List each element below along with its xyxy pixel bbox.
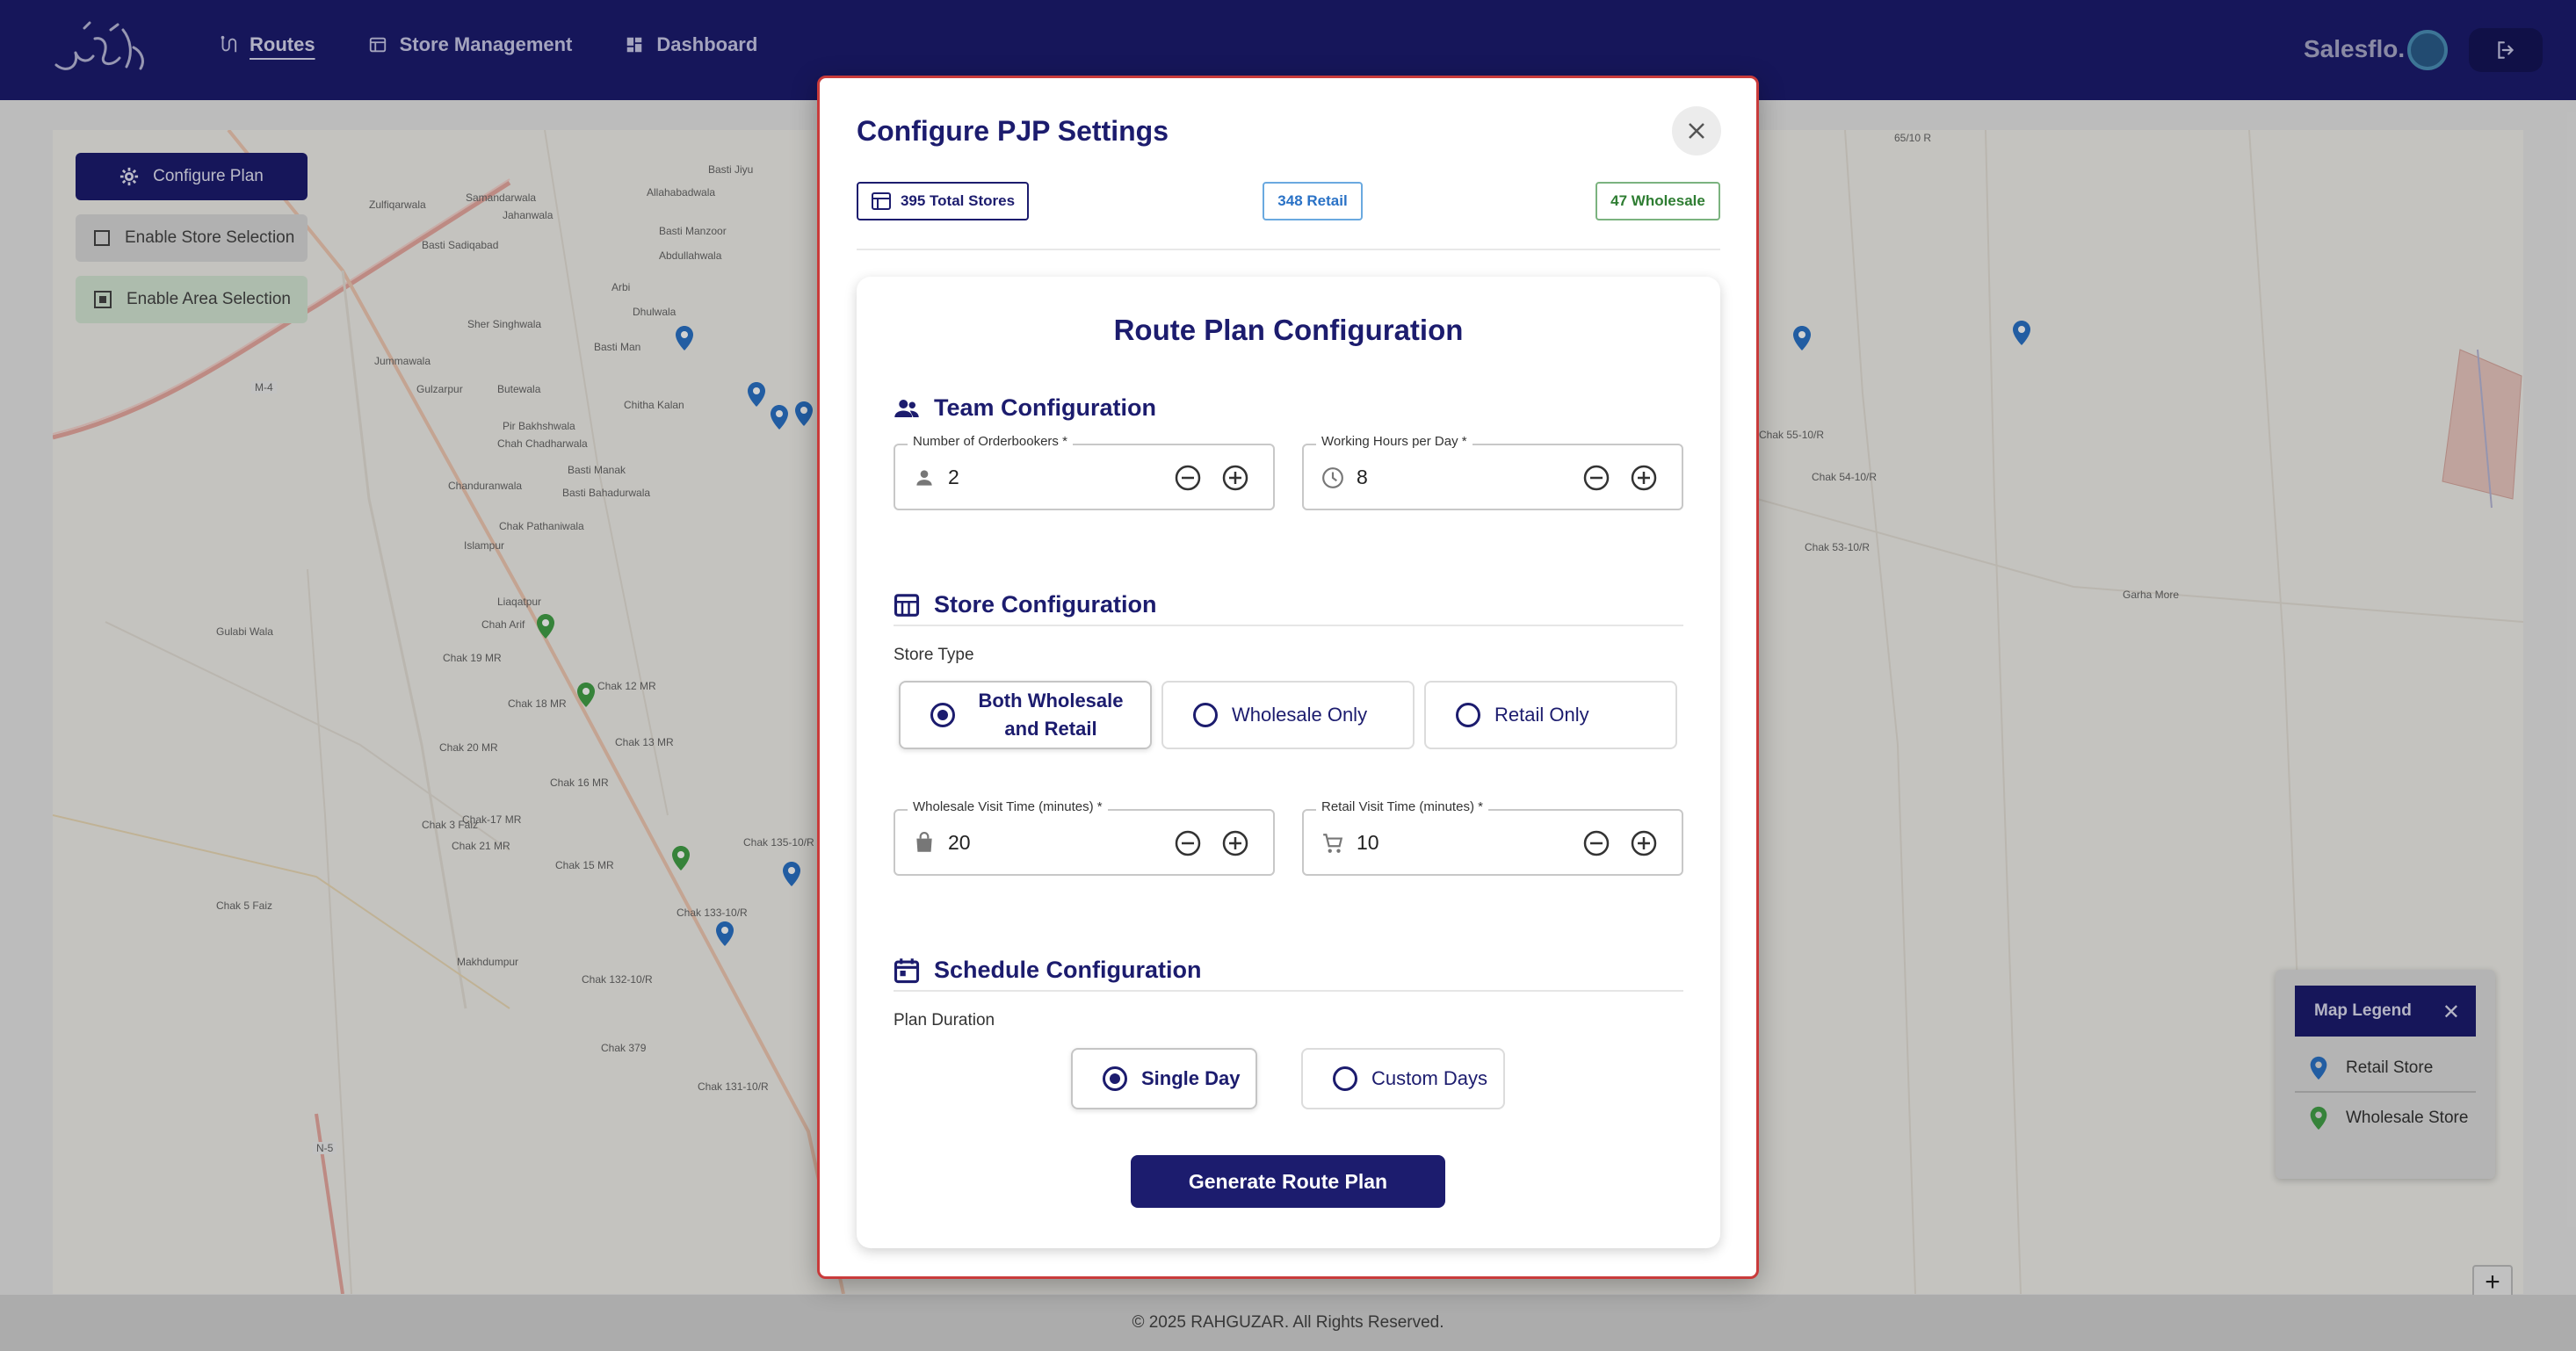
retail-stores-label: 348 Retail <box>1277 192 1348 209</box>
increment-hours-icon[interactable] <box>1629 463 1659 493</box>
generate-route-plan-button[interactable]: Generate Route Plan <box>1131 1155 1445 1208</box>
schedule-section-heading: Schedule Configuration <box>894 957 1202 984</box>
plan-duration-custom-days-option[interactable]: Custom Days <box>1301 1048 1505 1109</box>
wholesale-stores-label: 47 Wholesale <box>1610 192 1705 209</box>
store-type-both-line-1: Both Wholesale <box>978 690 1124 712</box>
retail-visit-time-stepper[interactable]: Retail Visit Time (minutes) * 10 <box>1302 799 1683 876</box>
store-icon <box>894 593 920 617</box>
team-section-title: Team Configuration <box>934 394 1156 421</box>
wholesale-visit-time-value[interactable]: 20 <box>948 831 971 855</box>
store-section-heading: Store Configuration <box>894 591 1156 618</box>
orderbookers-value[interactable]: 2 <box>948 466 959 489</box>
working-hours-label: Working Hours per Day * <box>1316 434 1473 449</box>
increment-wholesale-time-icon[interactable] <box>1220 828 1250 858</box>
cart-icon <box>1323 834 1343 853</box>
custom-days-label: Custom Days <box>1371 1067 1488 1089</box>
section-divider <box>894 990 1683 992</box>
plan-duration-label: Plan Duration <box>894 1011 995 1030</box>
radio-checked-icon <box>930 703 955 727</box>
store-type-both-option[interactable]: Both Wholesale and Retail <box>899 681 1152 749</box>
total-stores-label: 395 Total Stores <box>900 192 1016 209</box>
team-section-heading: Team Configuration <box>894 394 1156 422</box>
store-type-both-label: Both Wholesale and Retail <box>969 687 1132 743</box>
wholesale-stores-chip: 47 Wholesale <box>1596 182 1720 220</box>
retail-visit-time-label: Retail Visit Time (minutes) * <box>1316 799 1488 814</box>
retail-stores-chip: 348 Retail <box>1263 182 1363 220</box>
decrement-hours-icon[interactable] <box>1581 463 1611 493</box>
clock-icon <box>1322 467 1343 488</box>
decrement-wholesale-time-icon[interactable] <box>1173 828 1203 858</box>
modal-divider <box>857 249 1720 250</box>
person-icon <box>916 470 932 486</box>
store-icon <box>871 192 891 210</box>
increment-retail-time-icon[interactable] <box>1629 828 1659 858</box>
schedule-section-title: Schedule Configuration <box>934 957 1202 983</box>
working-hours-stepper[interactable]: Working Hours per Day * 8 <box>1302 434 1683 510</box>
modal-title: Configure PJP Settings <box>857 115 1169 147</box>
calendar-icon <box>894 957 920 983</box>
card-title: Route Plan Configuration <box>1113 314 1464 346</box>
store-type-wholesale-label: Wholesale Only <box>1232 704 1368 726</box>
wholesale-visit-time-stepper[interactable]: Wholesale Visit Time (minutes) * 20 <box>894 799 1275 876</box>
working-hours-value[interactable]: 8 <box>1357 466 1368 489</box>
radio-unchecked-icon <box>1193 703 1218 727</box>
wholesale-visit-time-label: Wholesale Visit Time (minutes) * <box>908 799 1108 814</box>
store-type-retail-label: Retail Only <box>1494 704 1589 726</box>
single-day-label: Single Day <box>1141 1067 1241 1089</box>
retail-visit-time-value[interactable]: 10 <box>1357 831 1379 855</box>
radio-unchecked-icon <box>1333 1066 1357 1091</box>
modal-close-button[interactable] <box>1672 106 1721 155</box>
decrement-retail-time-icon[interactable] <box>1581 828 1611 858</box>
radio-unchecked-icon <box>1456 703 1480 727</box>
orderbookers-label: Number of Orderbookers * <box>908 434 1073 449</box>
decrement-orderbookers-icon[interactable] <box>1173 463 1203 493</box>
store-type-label: Store Type <box>894 646 974 664</box>
store-section-title: Store Configuration <box>934 591 1157 618</box>
orderbookers-stepper[interactable]: Number of Orderbookers * 2 <box>894 434 1275 510</box>
store-type-both-line-2: and Retail <box>1004 718 1097 740</box>
configure-pjp-modal: Configure PJP Settings 395 Total Stores … <box>817 76 1759 1279</box>
store-type-wholesale-option[interactable]: Wholesale Only <box>1161 681 1415 749</box>
route-plan-card: Route Plan Configuration Team Configurat… <box>857 277 1720 1248</box>
increment-orderbookers-icon[interactable] <box>1220 463 1250 493</box>
radio-checked-icon <box>1103 1066 1127 1091</box>
store-type-retail-option[interactable]: Retail Only <box>1424 681 1677 749</box>
plan-duration-single-day-option[interactable]: Single Day <box>1071 1048 1257 1109</box>
shopping-bag-icon <box>916 832 932 852</box>
section-divider <box>894 625 1683 626</box>
group-icon <box>894 399 919 417</box>
close-icon <box>1689 123 1704 139</box>
total-stores-chip: 395 Total Stores <box>857 182 1029 220</box>
